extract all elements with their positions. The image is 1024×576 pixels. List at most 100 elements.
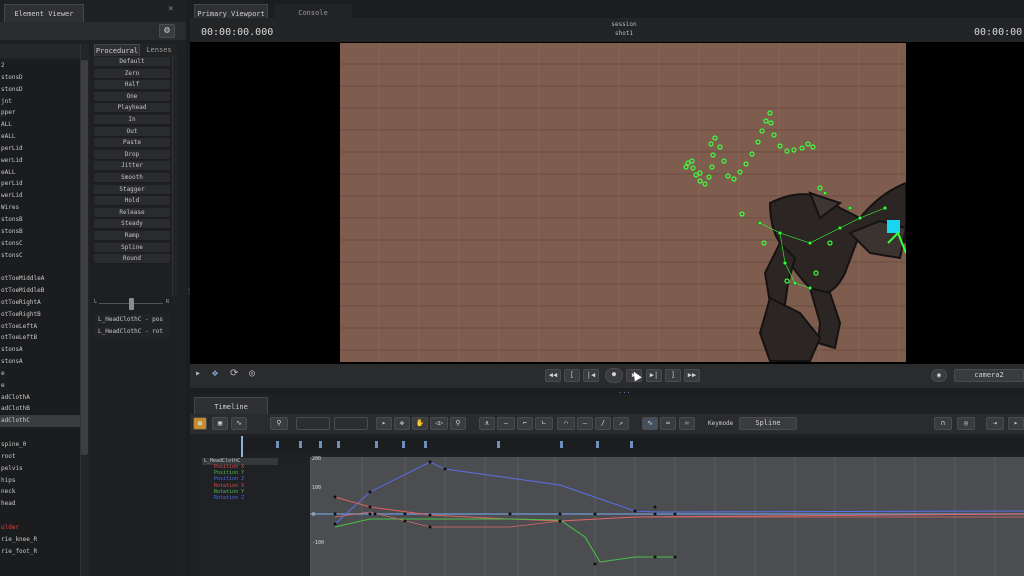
procedural-item[interactable]: Smooth xyxy=(94,173,170,183)
take-item[interactable]: L_HeadClothC - rot xyxy=(94,326,170,337)
element-list-item[interactable] xyxy=(0,427,80,439)
procedural-item[interactable]: Playhead xyxy=(94,103,170,114)
procedural-item[interactable]: Steady xyxy=(94,219,170,230)
go-end-icon[interactable]: ⇥ xyxy=(986,417,1004,430)
snapshot-icon[interactable]: ▣ xyxy=(212,417,228,430)
element-list-item[interactable]: adClothB xyxy=(0,403,80,415)
element-list-item[interactable]: stonsB xyxy=(0,214,80,226)
next-key-icon[interactable]: ] xyxy=(665,369,681,382)
move-tool-icon[interactable]: ✥ xyxy=(212,368,218,379)
element-list-item[interactable]: e xyxy=(0,380,80,392)
element-list-item[interactable]: stonsA xyxy=(0,344,80,356)
element-list-item[interactable]: 2 xyxy=(0,60,80,72)
channel-item[interactable]: Position Y xyxy=(214,470,244,476)
channel-item[interactable]: Position Z xyxy=(214,476,244,482)
element-list-item[interactable]: stonsC xyxy=(0,250,80,262)
magnet-icon[interactable]: ∩ xyxy=(934,417,952,430)
procedural-item[interactable]: Hold xyxy=(94,196,170,207)
prev-key-icon[interactable]: [ xyxy=(564,369,580,382)
procedural-item[interactable]: Default xyxy=(94,57,170,67)
element-list-item[interactable]: head xyxy=(0,498,80,510)
tab-procedural[interactable]: Procedural xyxy=(94,44,140,56)
blend-slider-handle[interactable] xyxy=(129,298,134,310)
tangent-flat-icon[interactable]: ∟ xyxy=(535,417,553,430)
element-list-item[interactable]: stonsD xyxy=(0,84,80,96)
snap-icon[interactable]: ◎ xyxy=(957,417,975,430)
element-list-item[interactable]: e xyxy=(0,368,80,380)
tangent-smooth-icon[interactable]: – xyxy=(577,417,593,430)
procedural-item[interactable]: Drop xyxy=(94,149,170,160)
element-list-item[interactable]: jnt xyxy=(0,96,80,108)
element-list-item[interactable]: eALL xyxy=(0,131,80,143)
procedural-item[interactable]: Zero xyxy=(94,68,170,79)
curve-smooth-icon[interactable]: ≈ xyxy=(660,417,676,430)
tab-lenses[interactable]: Lenses xyxy=(141,44,177,56)
select-tool-icon[interactable]: ▸ xyxy=(195,368,201,379)
tangent-broken-icon[interactable]: / xyxy=(595,417,611,430)
tangent-linear-icon[interactable]: — xyxy=(497,417,515,430)
curve-loop-icon[interactable]: ♾ xyxy=(679,417,695,430)
procedural-item[interactable]: One xyxy=(94,91,170,102)
element-list-item[interactable]: spine_0 xyxy=(0,439,80,451)
element-list-item[interactable]: otToeMiddleA xyxy=(0,273,80,285)
channel-item[interactable]: Position X xyxy=(214,464,244,470)
skip-forward-icon[interactable]: ▶▶ xyxy=(684,369,700,382)
keymode-select[interactable]: Spline xyxy=(739,417,797,430)
element-list-item[interactable] xyxy=(0,261,80,273)
procedural-item[interactable]: Stagger xyxy=(94,184,170,195)
element-list-item[interactable]: eALL xyxy=(0,167,80,179)
element-list-item[interactable]: stonsA xyxy=(0,356,80,368)
key-ruler[interactable] xyxy=(240,438,1024,454)
element-list-item[interactable]: adClothA xyxy=(0,392,80,404)
element-list-item[interactable]: stonsC xyxy=(0,238,80,250)
frame-field[interactable] xyxy=(296,417,330,430)
element-list-item[interactable]: perLid xyxy=(0,143,80,155)
element-list-item[interactable]: root xyxy=(0,451,80,463)
value-field[interactable] xyxy=(334,417,368,430)
procedural-item[interactable]: Ramp xyxy=(94,231,170,241)
element-list-item[interactable]: otToeRightA xyxy=(0,297,80,309)
rotate-tool-icon[interactable]: ⟳ xyxy=(230,368,238,379)
channel-item[interactable]: Rotation X xyxy=(214,483,244,489)
element-list-item[interactable]: Wires xyxy=(0,202,80,214)
curve-editor[interactable] xyxy=(309,457,1024,576)
reset-view-icon[interactable]: ◎ xyxy=(249,368,255,379)
3d-scene[interactable] xyxy=(340,43,906,362)
procedural-item[interactable]: Spline xyxy=(94,242,170,253)
channel-item[interactable]: Rotation Y xyxy=(214,489,244,495)
element-list-item[interactable]: hips xyxy=(0,475,80,487)
procedural-item[interactable]: Half xyxy=(94,80,170,91)
take-item[interactable]: L_HeadClothC - pos xyxy=(94,314,170,325)
tab-timeline[interactable]: Timeline xyxy=(194,397,268,415)
gear-icon[interactable]: ⚙ xyxy=(159,24,175,38)
tangent-clamped-icon[interactable]: ⌒ xyxy=(557,417,575,430)
procedural-item[interactable]: Round xyxy=(94,254,170,265)
curve-mode-icon[interactable]: ∿ xyxy=(231,417,247,430)
tangent-free-icon[interactable]: ↗ xyxy=(613,417,629,430)
channel-item[interactable]: Rotation Z xyxy=(214,495,244,501)
zoom-icon[interactable]: ⚲ xyxy=(450,417,466,430)
film-icon[interactable]: ▦ xyxy=(193,417,207,430)
go-start-icon[interactable]: |◀ xyxy=(583,369,599,382)
element-list-item[interactable]: otToeMiddleB xyxy=(0,285,80,297)
element-list-item[interactable]: ALL xyxy=(0,119,80,131)
hand-icon[interactable]: ✋ xyxy=(412,417,428,430)
camera-icon[interactable]: ◉ xyxy=(931,369,947,382)
element-list-item[interactable]: adClothC xyxy=(0,415,80,428)
element-list-item[interactable]: otToeLeftB xyxy=(0,332,80,344)
element-list-item[interactable]: stonsD xyxy=(0,72,80,84)
key-tool-icon[interactable]: ⚲ xyxy=(270,417,288,430)
element-list-item[interactable]: rie_knee_R xyxy=(0,534,80,546)
element-list-item[interactable]: stonsB xyxy=(0,226,80,238)
element-list-item[interactable] xyxy=(0,510,80,522)
skip-back-icon[interactable]: ◀◀ xyxy=(545,369,561,382)
element-list-item[interactable]: otToeRightB xyxy=(0,309,80,321)
go-end-icon[interactable]: ▶| xyxy=(646,369,662,382)
record-icon[interactable]: ● xyxy=(605,368,623,383)
close-icon[interactable]: × xyxy=(168,4,173,14)
tab-element-viewer[interactable]: Element Viewer xyxy=(4,4,84,22)
procedural-item[interactable]: Paste xyxy=(94,138,170,149)
procedural-item[interactable]: Release xyxy=(94,207,170,218)
element-list-item[interactable]: pelvis xyxy=(0,463,80,475)
procedural-scrollbar[interactable] xyxy=(172,56,178,296)
